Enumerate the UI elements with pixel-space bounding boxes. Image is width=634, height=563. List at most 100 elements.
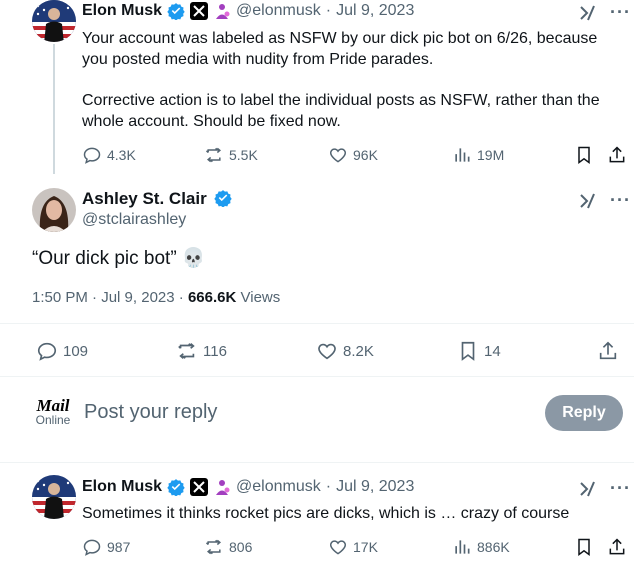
like-count: 17K: [353, 539, 378, 555]
logo-mail-text: Mail: [36, 396, 70, 415]
logo-online-text: Online: [35, 413, 71, 427]
grok-icon[interactable]: [578, 192, 596, 210]
government-affiliation-icon: [216, 4, 230, 19]
author-name[interactable]: Ashley St. Clair: [82, 189, 207, 208]
tweet1-paragraph-1: Your account was labeled as NSFW by our …: [82, 30, 598, 68]
divider: [0, 323, 634, 324]
like-button[interactable]: 8.2K: [316, 340, 374, 362]
repost-icon: [178, 343, 195, 359]
separator: ·: [325, 478, 332, 495]
reply-button[interactable]: 109: [36, 340, 88, 362]
like-button[interactable]: 96K: [328, 145, 378, 165]
share-icon: [609, 538, 625, 555]
thread-line: [53, 44, 55, 174]
views-button[interactable]: 886K: [452, 537, 510, 557]
author-name[interactable]: Elon Musk: [82, 2, 162, 20]
heart-icon: [318, 343, 336, 360]
like-count: 8.2K: [343, 342, 374, 360]
post-time[interactable]: 1:50 PM: [32, 289, 88, 306]
x-affiliate-icon: [190, 2, 209, 20]
reply-submit-button[interactable]: Reply: [545, 395, 623, 431]
post-date[interactable]: Jul 9, 2023: [101, 289, 174, 306]
analytics-icon: [455, 540, 470, 554]
x-affiliate-icon: [190, 478, 209, 496]
bookmark-count: 14: [484, 342, 501, 360]
repost-button[interactable]: 5.5K: [204, 145, 258, 165]
share-icon: [599, 341, 617, 360]
main-author-name-row: Ashley St. Clair: [82, 189, 232, 209]
grok-icon[interactable]: [578, 480, 596, 498]
main-top-right: ···: [578, 190, 631, 211]
analytics-icon: [455, 148, 470, 162]
post-date[interactable]: Jul 9, 2023: [336, 2, 414, 20]
author-handle[interactable]: @elonmusk: [236, 478, 321, 496]
tweet3-actions: 987 806 17K 886K: [82, 537, 627, 559]
grok-icon[interactable]: [578, 4, 596, 22]
repost-icon: [205, 539, 222, 555]
tweet1-actions: 4.3K 5.5K 96K 19M: [82, 145, 627, 167]
tweet3-text: Sometimes it thinks rocket pics are dick…: [82, 505, 570, 522]
post-date[interactable]: Jul 9, 2023: [336, 478, 414, 496]
separator: ·: [178, 289, 184, 306]
verified-badge-icon: [214, 190, 232, 207]
reply-count: 109: [63, 342, 89, 360]
government-affiliation-icon: [216, 480, 230, 495]
repost-icon: [205, 147, 222, 163]
share-button[interactable]: [597, 340, 619, 362]
like-count: 96K: [353, 147, 378, 163]
repost-count: 806: [229, 539, 253, 555]
more-options-icon[interactable]: ···: [610, 190, 631, 211]
author-name[interactable]: Elon Musk: [82, 478, 162, 496]
share-button[interactable]: [607, 145, 627, 165]
separator: ·: [325, 2, 332, 19]
tweet1-text: Your account was labeled as NSFW by our …: [82, 28, 622, 132]
verified-badge-icon: [167, 479, 185, 496]
views-count: 886K: [477, 539, 510, 555]
tweet1-top-right: ···: [578, 2, 631, 23]
main-actions: 109 116 8.2K 14: [36, 340, 621, 364]
views-count: 19M: [477, 147, 505, 163]
reply-icon: [37, 342, 57, 361]
tweet3-top-right: ···: [578, 478, 631, 499]
share-button[interactable]: [607, 537, 627, 557]
bookmark-button[interactable]: 14: [457, 340, 501, 362]
elon-musk-avatar[interactable]: [32, 475, 76, 519]
elon-musk-avatar[interactable]: [32, 0, 76, 42]
reply-input[interactable]: Post your reply: [84, 401, 217, 424]
like-button[interactable]: 17K: [328, 537, 378, 557]
reply-button[interactable]: 987: [82, 537, 130, 557]
tweet1-header: Elon Musk @elonmusk · Jul 9, 2023: [82, 2, 414, 20]
author-handle[interactable]: @elonmusk: [236, 2, 321, 20]
author-handle[interactable]: @stclairashley: [82, 211, 186, 229]
tweet3-header: Elon Musk @elonmusk · Jul 9, 2023: [82, 478, 414, 496]
repost-count: 116: [203, 342, 227, 360]
main-tweet-text: “Our dick pic bot” 💀: [32, 248, 206, 269]
bookmark-button[interactable]: [574, 537, 594, 557]
ashley-st-clair-avatar[interactable]: [32, 188, 76, 232]
tweet1-paragraph-2: Corrective action is to label the indivi…: [82, 92, 600, 130]
share-icon: [609, 146, 625, 163]
bookmark-button[interactable]: [574, 145, 594, 165]
bookmark-icon: [578, 538, 590, 556]
views-count: 666.6K: [187, 289, 237, 306]
reply-count: 987: [107, 539, 131, 555]
heart-icon: [329, 148, 347, 163]
views-button[interactable]: 19M: [452, 145, 504, 165]
divider: [0, 376, 634, 377]
repost-button[interactable]: 806: [204, 537, 252, 557]
main-tweet-meta: 1:50 PM · Jul 9, 2023 · 666.6K Views: [32, 289, 280, 306]
reply-button[interactable]: 4.3K: [82, 145, 136, 165]
views-label: Views: [240, 289, 281, 306]
more-options-icon[interactable]: ···: [610, 2, 631, 23]
heart-icon: [329, 540, 347, 555]
more-options-icon[interactable]: ···: [610, 478, 631, 499]
divider: [0, 462, 634, 463]
reply-icon: [83, 539, 101, 556]
mail-online-logo[interactable]: Mail Online: [32, 396, 74, 428]
reply-count: 4.3K: [107, 147, 136, 163]
verified-badge-icon: [167, 3, 185, 20]
bookmark-icon: [578, 146, 590, 164]
repost-button[interactable]: 116: [176, 340, 227, 362]
reply-icon: [83, 147, 101, 164]
repost-count: 5.5K: [229, 147, 258, 163]
